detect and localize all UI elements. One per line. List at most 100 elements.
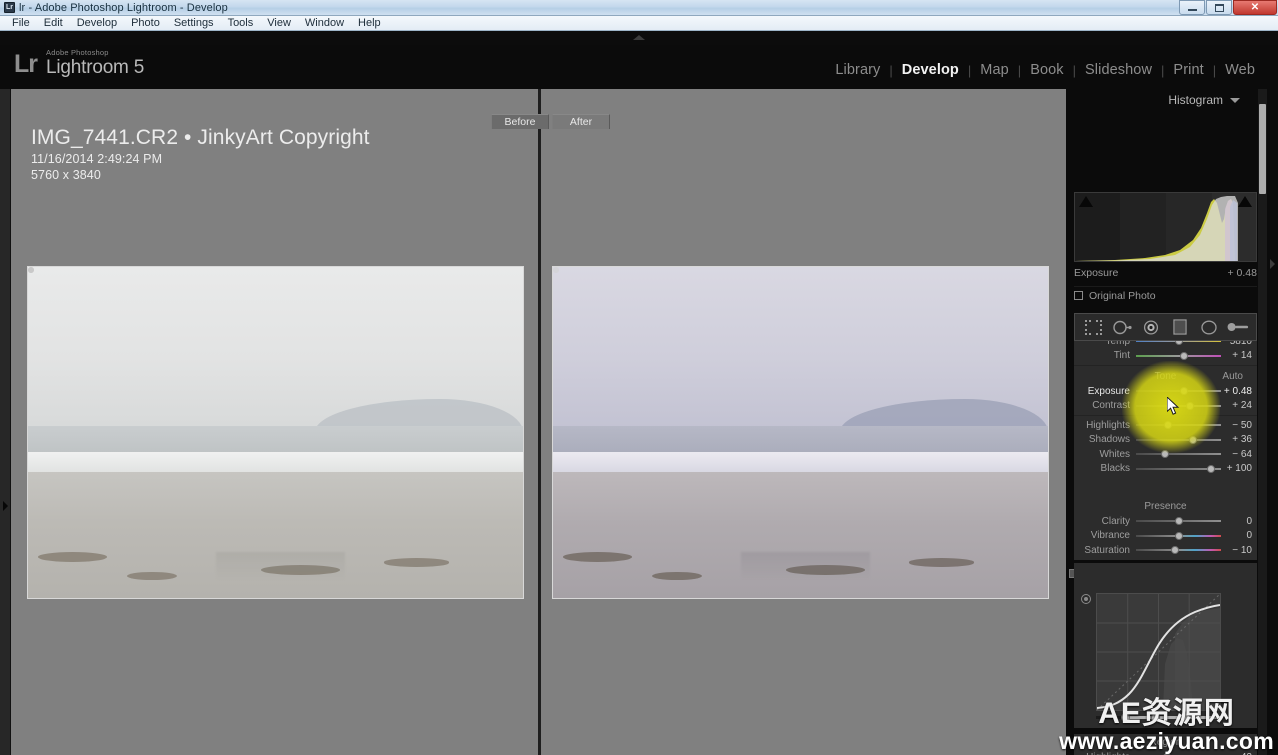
after-image[interactable]	[552, 266, 1049, 599]
slider-row-saturation[interactable]: Saturation − 10	[1074, 543, 1257, 558]
slider-row-highlights[interactable]: Highlights − 50	[1074, 418, 1257, 433]
shadows-value: + 36	[1232, 434, 1252, 446]
right-panel-toggle[interactable]	[1267, 89, 1278, 755]
histogram-graph[interactable]	[1074, 192, 1257, 262]
menu-settings[interactable]: Settings	[167, 16, 221, 30]
vibrance-label: Vibrance	[1090, 530, 1130, 542]
temp-value: 5810	[1229, 341, 1252, 347]
tint-value: + 14	[1232, 350, 1252, 362]
photo-info-overlay: IMG_7441.CR2 • JinkyArt Copyright 11/16/…	[31, 125, 370, 183]
auto-tone-button[interactable]: Auto	[1222, 371, 1243, 382]
split-handle-highlights[interactable]	[1181, 713, 1190, 722]
tint-track[interactable]	[1136, 349, 1221, 363]
presence-section: Presence Clarity 0 Vibrance 0 Saturation…	[1074, 498, 1257, 560]
contrast-value: + 24	[1232, 400, 1252, 412]
target-adjust-icon[interactable]	[1081, 594, 1091, 604]
original-photo-label: Original Photo	[1089, 289, 1156, 302]
maximize-button[interactable]	[1206, 0, 1232, 15]
shadows-label: Shadows	[1088, 434, 1130, 446]
exposure-knob[interactable]	[1180, 387, 1189, 396]
vibrance-knob[interactable]	[1174, 531, 1183, 540]
slider-row-whites[interactable]: Whites − 64	[1074, 447, 1257, 462]
scrollbar-thumb[interactable]	[1259, 104, 1266, 194]
close-button[interactable]: ✕	[1233, 0, 1277, 15]
module-web[interactable]: Web	[1216, 62, 1264, 78]
module-map[interactable]: Map	[971, 62, 1018, 78]
saturation-knob[interactable]	[1171, 546, 1180, 555]
original-photo-checkbox[interactable]	[1074, 291, 1083, 300]
module-print[interactable]: Print	[1164, 62, 1212, 78]
temp-knob[interactable]	[1174, 341, 1183, 346]
tone-curve-region-splits[interactable]	[1096, 713, 1221, 722]
shadows-knob[interactable]	[1188, 435, 1197, 444]
radial-filter-tool-icon[interactable]	[1198, 317, 1220, 337]
adjustment-brush-tool-icon[interactable]	[1227, 317, 1249, 337]
slider-row-vibrance[interactable]: Vibrance 0	[1074, 529, 1257, 544]
contrast-label: Contrast	[1092, 400, 1130, 412]
menu-view[interactable]: View	[260, 16, 298, 30]
split-handle-midtones[interactable]	[1151, 713, 1160, 722]
module-develop[interactable]: Develop	[893, 62, 968, 78]
slider-row-shadows[interactable]: Shadows + 36	[1074, 433, 1257, 448]
top-panel-collapse-bar[interactable]	[0, 31, 1278, 45]
temp-track[interactable]	[1136, 341, 1221, 348]
saturation-track[interactable]	[1136, 543, 1221, 557]
original-photo-row[interactable]: Original Photo	[1074, 286, 1257, 304]
slider-row-region-highlights[interactable]: Highlights − 42	[1074, 750, 1257, 755]
photo-title: IMG_7441.CR2 • JinkyArt Copyright	[31, 126, 370, 149]
brand-big: Lightroom 5	[46, 56, 145, 78]
tone-curve-graph[interactable]	[1096, 593, 1221, 711]
identity-plate[interactable]: Lr Adobe Photoshop Lightroom 5	[14, 49, 144, 79]
menu-help[interactable]: Help	[351, 16, 388, 30]
right-panel-scrollbar[interactable]	[1258, 89, 1267, 755]
spot-removal-tool-icon[interactable]	[1111, 317, 1133, 337]
histogram-panel-header[interactable]: Histogram	[1066, 89, 1246, 111]
menu-window[interactable]: Window	[298, 16, 351, 30]
module-book[interactable]: Book	[1021, 62, 1072, 78]
right-panel: Histogram Exposure + 0.48 Original Photo…	[1066, 89, 1278, 755]
vibrance-track[interactable]	[1136, 529, 1221, 543]
left-panel-toggle[interactable]	[0, 89, 11, 755]
slider-row-exposure[interactable]: Exposure + 0.48	[1074, 384, 1257, 399]
minimize-button[interactable]	[1179, 0, 1205, 15]
menu-edit[interactable]: Edit	[37, 16, 70, 30]
histogram-readout-value: + 0.48	[1227, 267, 1258, 279]
red-eye-correction-tool-icon[interactable]	[1140, 317, 1162, 337]
highlights-label: Highlights	[1086, 419, 1130, 431]
split-handle-shadows[interactable]	[1121, 713, 1130, 722]
region-highlights-track[interactable]	[1136, 750, 1221, 755]
crop-overlay-tool-icon[interactable]	[1082, 317, 1104, 337]
chevron-right-icon	[3, 501, 8, 511]
whites-knob[interactable]	[1160, 450, 1169, 459]
highlight-clipping-indicator[interactable]	[1238, 196, 1252, 207]
blacks-knob[interactable]	[1206, 464, 1215, 473]
lightroom-window: Lr lr - Adobe Photoshop Lightroom - Deve…	[0, 0, 1278, 755]
slider-row-tint[interactable]: Tint + 14	[1074, 349, 1257, 364]
slider-row-clarity[interactable]: Clarity 0	[1074, 514, 1257, 529]
menu-photo[interactable]: Photo	[124, 16, 167, 30]
menu-develop[interactable]: Develop	[70, 16, 124, 30]
tab-before[interactable]: Before	[491, 114, 549, 129]
clarity-knob[interactable]	[1174, 517, 1183, 526]
before-image[interactable]	[27, 266, 524, 599]
work-area: Before After IMG_7441.CR2 • JinkyArt Cop…	[0, 89, 1278, 755]
slider-row-contrast[interactable]: Contrast + 24	[1074, 399, 1257, 414]
slider-row-temp[interactable]: Temp 5810	[1074, 341, 1257, 349]
shadow-clipping-indicator[interactable]	[1079, 196, 1093, 207]
graduated-filter-tool-icon[interactable]	[1169, 317, 1191, 337]
chevron-down-icon[interactable]	[1230, 97, 1240, 103]
whites-track[interactable]	[1136, 447, 1221, 461]
blacks-track[interactable]	[1136, 462, 1221, 476]
region-title: Region	[1149, 737, 1182, 748]
menu-tools[interactable]: Tools	[221, 16, 261, 30]
slider-row-blacks[interactable]: Blacks + 100	[1074, 462, 1257, 477]
menu-file[interactable]: File	[5, 16, 37, 30]
module-library[interactable]: Library	[826, 62, 889, 78]
shadows-track[interactable]	[1136, 433, 1221, 447]
tab-after[interactable]: After	[552, 114, 610, 129]
contrast-knob[interactable]	[1185, 401, 1194, 410]
clarity-track[interactable]	[1136, 514, 1221, 528]
module-slideshow[interactable]: Slideshow	[1076, 62, 1161, 78]
highlights-knob[interactable]	[1164, 421, 1173, 430]
tint-knob[interactable]	[1179, 351, 1188, 360]
